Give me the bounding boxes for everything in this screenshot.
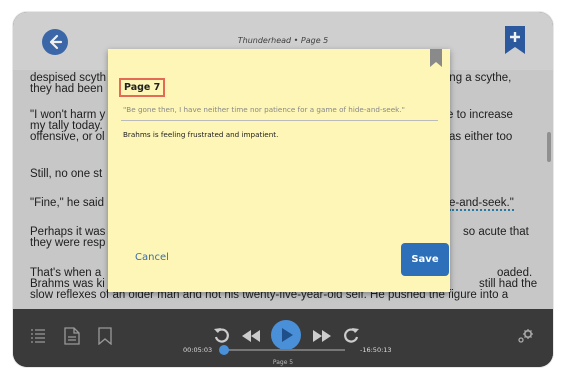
remaining-time: -16:50:13 <box>360 346 392 354</box>
divider <box>121 120 438 121</box>
rewind-30-icon[interactable] <box>213 326 231 344</box>
audio-player: 00:05:03 -16:50:13 Page 5 <box>13 309 553 367</box>
note-dialog: Page 7 "Be gone then, I have neither tim… <box>108 49 450 292</box>
notes-icon[interactable] <box>64 327 80 345</box>
elapsed-time: 00:05:03 <box>183 346 213 354</box>
skip-back-icon[interactable] <box>242 330 260 342</box>
progress-slider[interactable] <box>219 345 345 355</box>
progress-handle[interactable] <box>219 345 230 355</box>
device-frame: Thunderhead • Page 5 despised scyth they … <box>13 12 553 367</box>
quoted-passage: "Be gone then, I have neither time nor p… <box>123 105 405 114</box>
forward-30-icon[interactable] <box>342 326 360 344</box>
reader-screen: Thunderhead • Page 5 despised scyth they … <box>13 12 553 367</box>
bookmark-outline-icon[interactable] <box>98 327 112 345</box>
play-icon[interactable] <box>271 320 301 350</box>
current-page: Page 5 <box>272 359 294 366</box>
bookmark-icon <box>430 49 442 67</box>
page-label: Page 7 <box>119 78 166 97</box>
table-of-contents-icon[interactable] <box>30 328 46 344</box>
settings-icon[interactable] <box>517 328 535 344</box>
note-text-field[interactable]: Brahms is feeling frustrated and impatie… <box>123 130 278 139</box>
skip-forward-icon[interactable] <box>313 330 331 342</box>
save-button[interactable]: Save <box>401 243 449 276</box>
cancel-button[interactable]: Cancel <box>135 252 169 263</box>
